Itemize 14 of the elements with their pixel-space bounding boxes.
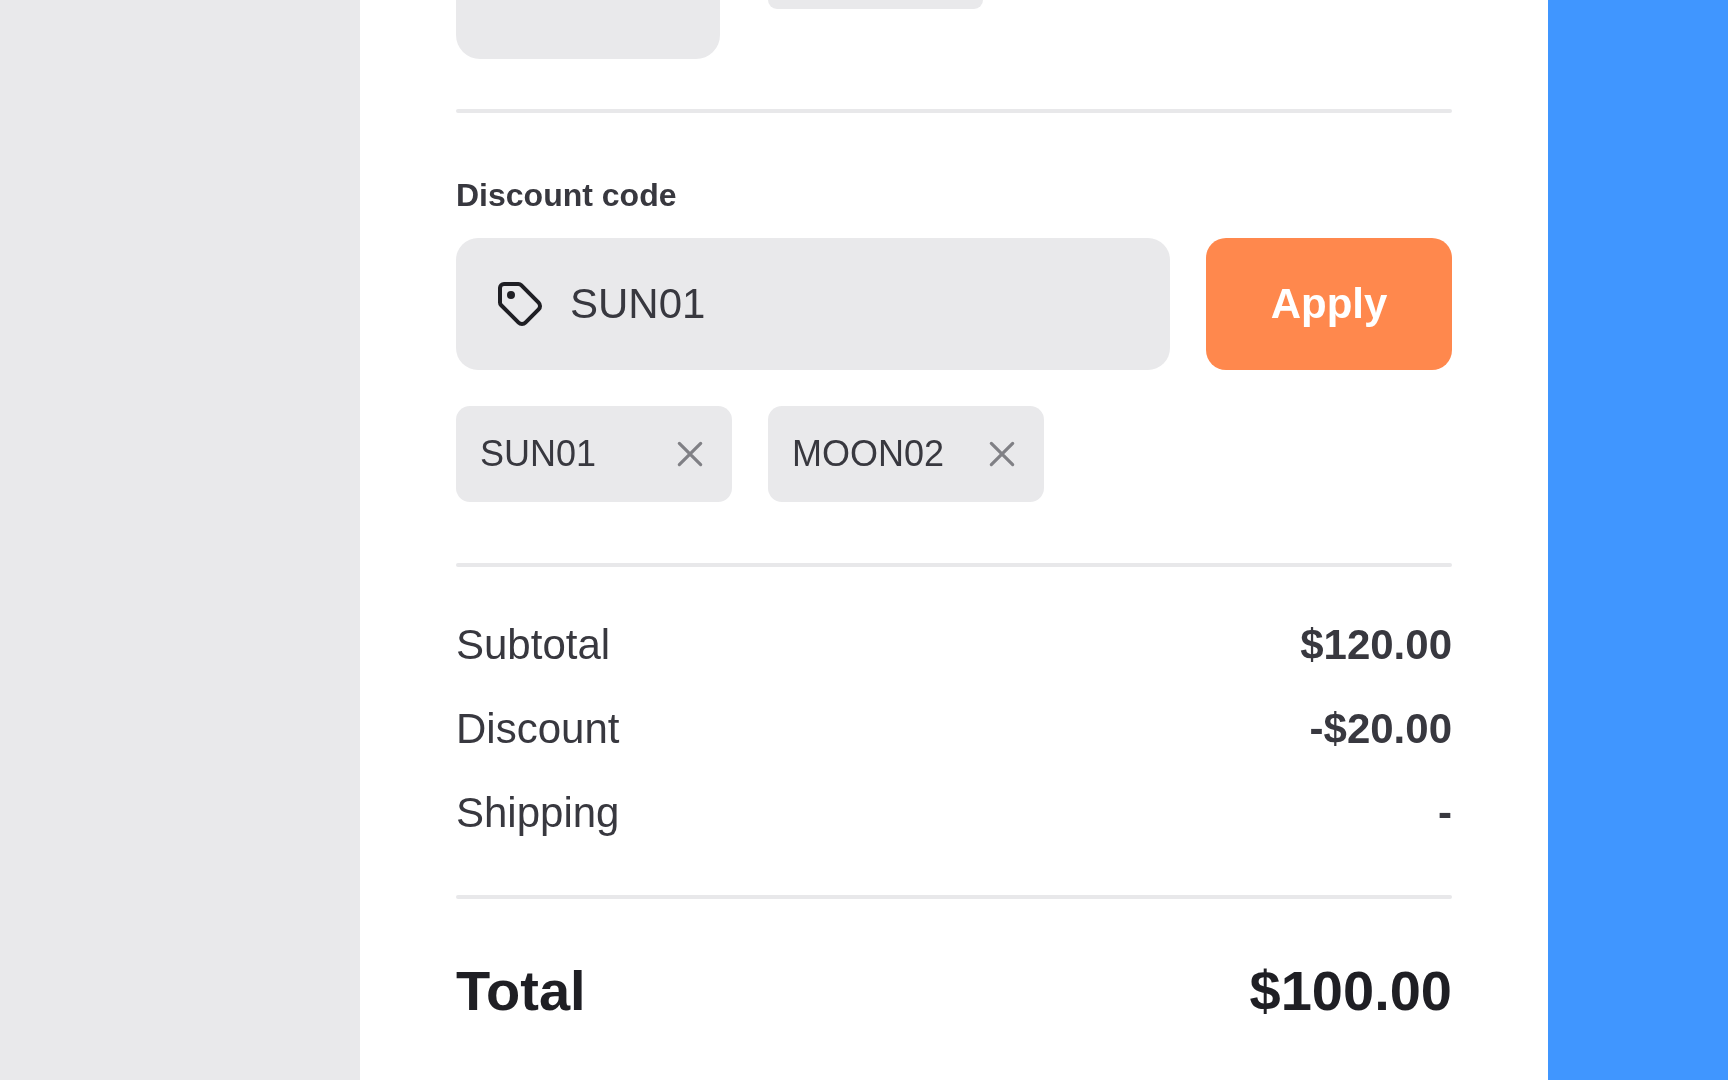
summary-label: Subtotal	[456, 621, 611, 669]
total-value: $100.00	[1249, 957, 1452, 1023]
discount-code-field[interactable]: SUN01	[456, 238, 1170, 370]
chip-label: MOON02	[792, 433, 945, 475]
chip-label: SUN01	[480, 433, 597, 475]
field-label: Discount code	[456, 176, 677, 215]
summary-value: -	[1438, 789, 1452, 837]
summary-label: Discount	[456, 705, 620, 753]
summary-value: -$20.00	[1309, 705, 1452, 753]
summary-value: $120.00	[1300, 621, 1452, 669]
code-input[interactable]: SUN01	[568, 279, 1170, 329]
total-label: Total	[456, 957, 586, 1023]
summary-label: Shipping	[456, 789, 620, 837]
tag-icon	[496, 280, 544, 328]
